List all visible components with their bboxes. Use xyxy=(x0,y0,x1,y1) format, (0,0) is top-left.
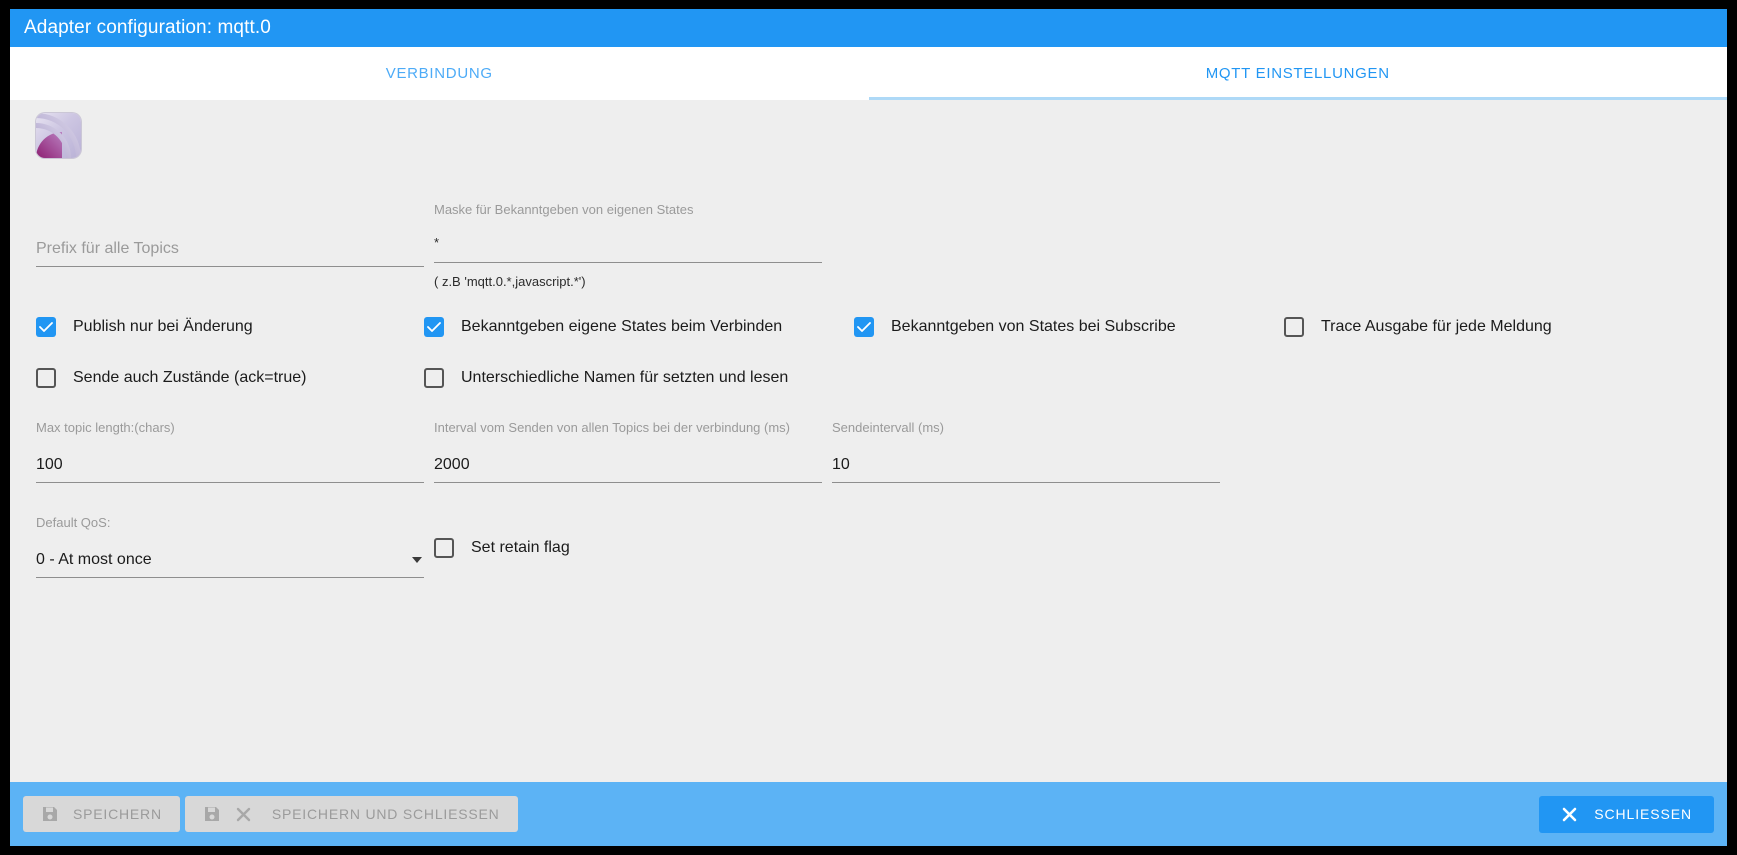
checkbox-trace-output-label: Trace Ausgabe für jede Meldung xyxy=(1321,318,1552,335)
adapter-configuration-window: Adapter configuration: mqtt.0 VERBINDUNG… xyxy=(10,9,1727,846)
checkbox-set-retain-flag-label: Set retain flag xyxy=(471,539,570,556)
checkbox-announce-on-subscribe-label: Bekanntgeben von States bei Subscribe xyxy=(891,318,1176,335)
save-and-close-button-label: SPEICHERN UND SCHLIESSEN xyxy=(271,806,500,822)
save-button-label: SPEICHERN xyxy=(73,806,162,822)
close-button[interactable]: SCHLIESSEN xyxy=(1539,795,1714,833)
default-qos-select[interactable]: 0 - At most once xyxy=(36,541,424,578)
checkbox-trace-output[interactable]: Trace Ausgabe für jede Meldung xyxy=(1284,317,1552,337)
max-topic-length-input[interactable]: 100 xyxy=(36,446,424,483)
field-mask: Maske für Bekanntgeben von eigenen State… xyxy=(434,202,822,289)
close-icon xyxy=(1561,806,1578,823)
window-titlebar: Adapter configuration: mqtt.0 xyxy=(10,9,1727,47)
check-icon xyxy=(427,322,441,332)
field-send-interval-all: Interval vom Senden von allen Topics bei… xyxy=(434,420,822,483)
checkbox-different-names-box[interactable] xyxy=(424,368,444,388)
default-qos-selected-value: 0 - At most once xyxy=(36,551,152,568)
checkbox-different-names-label: Unterschiedliche Namen für setzten und l… xyxy=(461,369,789,386)
checkbox-send-ack-true-label: Sende auch Zustände (ack=true) xyxy=(73,369,307,386)
row-prefix-mask: Prefix für alle Topics Maske für Bekannt… xyxy=(36,202,1701,289)
field-default-qos: Default QoS: 0 - At most once xyxy=(36,515,424,578)
checkbox-announce-own-states-label: Bekanntgeben eigene States beim Verbinde… xyxy=(461,318,783,335)
field-send-interval-label: Sendeintervall (ms) xyxy=(832,420,944,435)
checkbox-announce-own-states[interactable]: Bekanntgeben eigene States beim Verbinde… xyxy=(424,317,854,337)
retain-flag-wrapper: Set retain flag xyxy=(434,515,822,558)
field-default-qos-label: Default QoS: xyxy=(36,515,111,530)
tab-mqtt-einstellungen[interactable]: MQTT EINSTELLUNGEN xyxy=(868,47,1728,100)
check-icon xyxy=(39,322,53,332)
chevron-down-icon xyxy=(412,557,422,563)
checkbox-send-ack-true[interactable]: Sende auch Zustände (ack=true) xyxy=(36,368,424,388)
field-send-interval-all-label: Interval vom Senden von allen Topics bei… xyxy=(434,420,791,435)
field-max-topic-length: Max topic length:(chars) 100 xyxy=(36,420,424,483)
tab-mqtt-einstellungen-label: MQTT EINSTELLUNGEN xyxy=(1205,65,1390,82)
save-button[interactable]: SPEICHERN xyxy=(23,796,180,832)
x-mark-icon xyxy=(236,807,251,821)
row-qos-retain: Default QoS: 0 - At most once Set retain… xyxy=(36,515,1701,578)
close-icon xyxy=(235,806,252,823)
checkbox-row-1: Publish nur bei Änderung Bekanntgeben ei… xyxy=(36,317,1701,337)
settings-content-panel: Prefix für alle Topics Maske für Bekannt… xyxy=(10,100,1727,782)
check-icon xyxy=(857,322,871,332)
field-prefix-label xyxy=(36,202,424,218)
save-icon xyxy=(41,805,59,823)
checkbox-trace-output-box[interactable] xyxy=(1284,317,1304,337)
field-mask-hint: ( z.B 'mqtt.0.*,javascript.*') xyxy=(434,274,586,289)
mqtt-adapter-logo-icon xyxy=(36,113,81,158)
checkbox-send-ack-true-box[interactable] xyxy=(36,368,56,388)
field-mask-label: Maske für Bekanntgeben von eigenen State… xyxy=(434,202,694,217)
x-mark-icon xyxy=(1562,807,1577,821)
checkbox-row-2: Sende auch Zustände (ack=true) Unterschi… xyxy=(36,368,1701,388)
tab-verbindung[interactable]: VERBINDUNG xyxy=(10,47,869,100)
send-interval-input[interactable]: 10 xyxy=(832,446,1220,483)
checkbox-set-retain-flag[interactable]: Set retain flag xyxy=(434,538,822,558)
window-title: Adapter configuration: mqtt.0 xyxy=(24,17,271,38)
tab-strip: VERBINDUNG MQTT EINSTELLUNGEN xyxy=(10,47,1727,100)
footer-left-actions: SPEICHERN SPEICHERN UND SCHLIESSEN xyxy=(23,796,518,832)
checkbox-different-names[interactable]: Unterschiedliche Namen für setzten und l… xyxy=(424,368,788,388)
checkbox-announce-on-subscribe[interactable]: Bekanntgeben von States bei Subscribe xyxy=(854,317,1284,337)
checkbox-announce-own-states-box[interactable] xyxy=(424,317,444,337)
checkbox-announce-on-subscribe-box[interactable] xyxy=(854,317,874,337)
send-interval-all-input[interactable]: 2000 xyxy=(434,446,822,483)
floppy-disk-icon xyxy=(43,807,57,821)
dialog-footer: SPEICHERN SPEICHERN UND SCHLIESSEN SCHLI… xyxy=(10,782,1727,846)
row-intervals: Max topic length:(chars) 100 Interval vo… xyxy=(36,420,1701,483)
checkbox-publish-on-change[interactable]: Publish nur bei Änderung xyxy=(36,317,424,337)
field-send-interval: Sendeintervall (ms) 10 xyxy=(832,420,1220,483)
mask-input[interactable]: * xyxy=(434,230,822,263)
checkbox-set-retain-flag-box[interactable] xyxy=(434,538,454,558)
close-button-label: SCHLIESSEN xyxy=(1594,806,1692,822)
field-prefix: Prefix für alle Topics xyxy=(36,202,424,267)
floppy-disk-icon xyxy=(204,807,219,821)
field-max-topic-length-label: Max topic length:(chars) xyxy=(36,420,175,435)
tab-verbindung-label: VERBINDUNG xyxy=(385,65,493,82)
save-icon xyxy=(203,805,221,823)
prefix-input[interactable]: Prefix für alle Topics xyxy=(36,230,424,267)
mqtt-arcs-icon xyxy=(36,113,81,158)
save-and-close-button[interactable]: SPEICHERN UND SCHLIESSEN xyxy=(184,796,518,832)
checkbox-publish-on-change-box[interactable] xyxy=(36,317,56,337)
checkbox-publish-on-change-label: Publish nur bei Änderung xyxy=(73,318,253,335)
